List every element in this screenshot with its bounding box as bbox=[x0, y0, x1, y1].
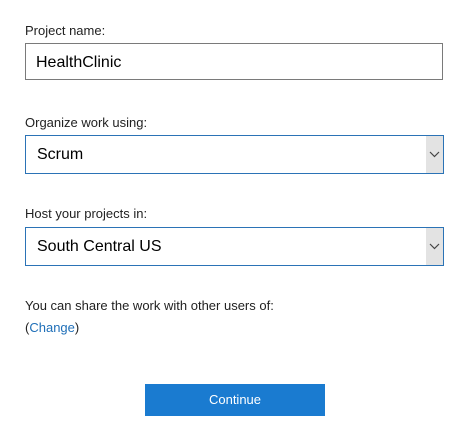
chevron-down-icon[interactable] bbox=[426, 136, 443, 173]
host-region-value: South Central US bbox=[37, 238, 162, 255]
organize-work-value: Scrum bbox=[37, 146, 84, 163]
project-name-input[interactable]: HealthClinic bbox=[25, 43, 443, 80]
host-projects-label: Host your projects in: bbox=[25, 206, 148, 221]
change-account-line: (Change) bbox=[25, 320, 79, 336]
share-info-text: You can share the work with other users … bbox=[25, 298, 274, 313]
organize-work-select[interactable]: Scrum bbox=[25, 135, 444, 174]
organize-work-label: Organize work using: bbox=[25, 115, 148, 130]
chevron-down-icon[interactable] bbox=[426, 228, 443, 265]
host-region-select[interactable]: South Central US bbox=[25, 227, 444, 266]
project-name-label: Project name: bbox=[25, 23, 106, 38]
change-link[interactable]: Change bbox=[29, 320, 75, 335]
continue-button[interactable]: Continue bbox=[145, 384, 325, 416]
close-paren: ) bbox=[74, 320, 80, 335]
create-project-form: Project name: HealthClinic Organize work… bbox=[0, 0, 473, 441]
